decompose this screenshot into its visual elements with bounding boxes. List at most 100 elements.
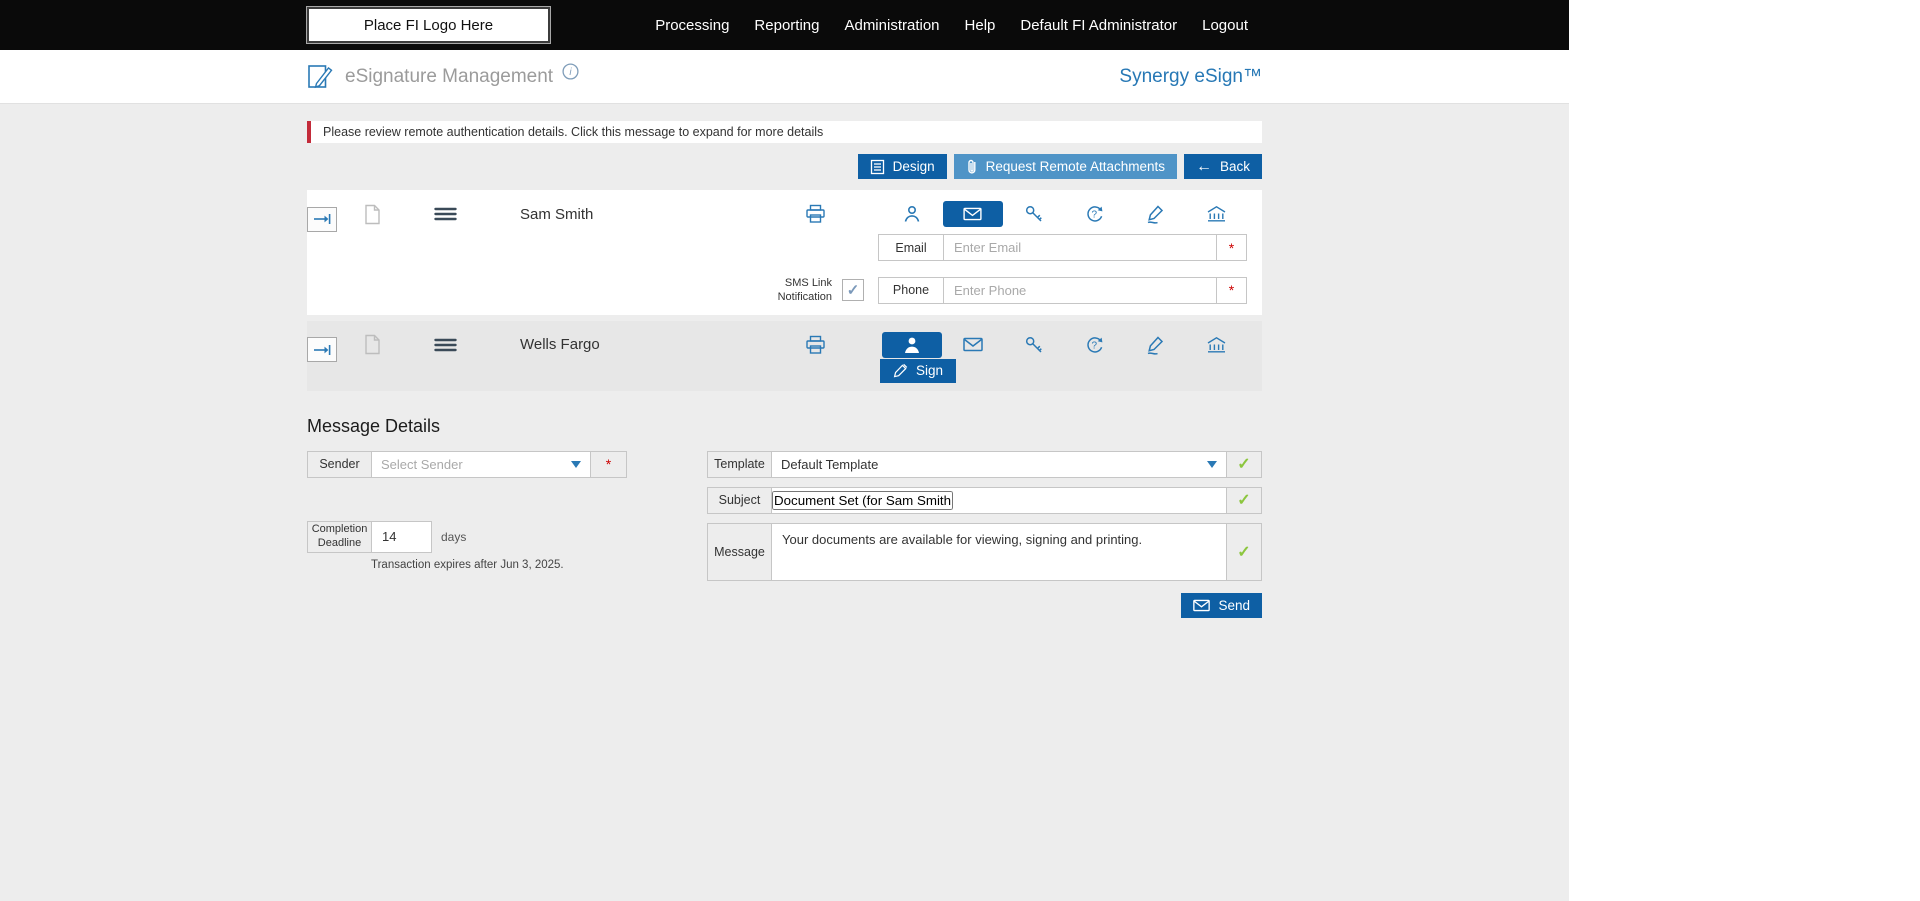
subject-label: Subject	[708, 487, 772, 513]
esignature-document-icon	[307, 63, 333, 91]
message-row: Message Your documents are available for…	[707, 522, 1262, 581]
in-person-signing-button-selected[interactable]	[881, 331, 942, 359]
notification-text: Please review remote authentication deta…	[323, 125, 824, 139]
email-label: Email	[879, 235, 944, 260]
template-valid-indicator: ✓	[1226, 451, 1261, 477]
nav-reporting[interactable]: Reporting	[754, 17, 819, 34]
app-window: Place FI Logo Here Processing Reporting …	[0, 0, 1569, 901]
drag-handle-icon[interactable]	[434, 338, 457, 352]
brand-name: Synergy eSign™	[1119, 65, 1262, 87]
nav-administration[interactable]: Administration	[844, 17, 939, 34]
nav-current-user[interactable]: Default FI Administrator	[1020, 17, 1177, 34]
phone-label: Phone	[879, 277, 944, 303]
drag-handle-icon[interactable]	[434, 207, 457, 221]
svg-text:?: ?	[1092, 210, 1098, 221]
authentication-key-button[interactable]	[1003, 200, 1064, 228]
in-branch-signing-button[interactable]	[1186, 200, 1247, 228]
svg-text:i: i	[569, 67, 572, 78]
send-button[interactable]: Send	[1181, 592, 1262, 618]
fi-logo-placeholder: Place FI Logo Here	[306, 6, 551, 44]
checkbox-check-icon: ✓	[846, 282, 860, 300]
security-questions-button[interactable]: ?	[1064, 331, 1125, 359]
sender-select[interactable]: Select Sender	[372, 451, 590, 477]
back-button[interactable]: ← Back	[1183, 154, 1262, 179]
recipient-card-wells-fargo: Wells Fargo ? Sign	[307, 320, 1262, 391]
signing-order-button[interactable]	[307, 206, 337, 232]
branch-building-icon	[1207, 205, 1226, 222]
nav-processing[interactable]: Processing	[655, 17, 729, 34]
in-person-signing-button[interactable]	[881, 200, 942, 228]
send-button-label: Send	[1218, 597, 1250, 613]
document-icon	[364, 334, 381, 355]
message-details-heading: Message Details	[307, 415, 441, 436]
signing-method-selector: ?	[881, 200, 1247, 228]
authentication-key-button[interactable]	[1003, 331, 1064, 359]
template-row: Template Default Template ✓	[707, 450, 1262, 478]
message-textarea[interactable]: Your documents are available for viewing…	[772, 523, 1226, 580]
request-remote-attachments-button[interactable]: Request Remote Attachments	[953, 154, 1177, 179]
sign-pen-icon	[893, 363, 909, 378]
page-header: eSignature Management i Synergy eSign™	[0, 50, 1569, 104]
remote-signing-button[interactable]	[942, 331, 1003, 359]
signature-pen-icon	[1147, 336, 1163, 355]
required-mark: *	[1228, 239, 1235, 256]
sms-notification-checkbox[interactable]: ✓	[842, 279, 864, 302]
question-refresh-icon: ?	[1087, 336, 1103, 353]
fi-logo-text: Place FI Logo Here	[363, 16, 494, 34]
required-mark: *	[1228, 282, 1235, 299]
message-details-section: Sender Select Sender * Completion Deadli…	[307, 450, 1262, 618]
sign-button[interactable]: Sign	[880, 358, 957, 383]
signing-order-button[interactable]	[307, 337, 337, 363]
design-button-label: Design	[892, 159, 935, 174]
signature-pad-button[interactable]	[1125, 331, 1186, 359]
print-icon[interactable]	[805, 204, 826, 224]
signature-pad-button[interactable]	[1125, 200, 1186, 228]
security-questions-button[interactable]: ?	[1064, 200, 1125, 228]
nav-help[interactable]: Help	[965, 17, 996, 34]
main-nav: Processing Reporting Administration Help…	[655, 17, 1248, 34]
recipient-name: Wells Fargo	[520, 336, 600, 354]
info-icon[interactable]: i	[562, 63, 579, 80]
template-select[interactable]: Default Template	[772, 451, 1226, 477]
top-navigation-bar: Place FI Logo Here Processing Reporting …	[0, 0, 1569, 50]
print-icon[interactable]	[805, 335, 826, 355]
tab-arrow-icon	[314, 344, 331, 355]
recipient-name: Sam Smith	[520, 205, 594, 223]
branch-building-icon	[1207, 336, 1226, 353]
sms-link-notification-label: SMS Link Notification	[777, 277, 832, 304]
check-icon: ✓	[1237, 543, 1251, 561]
template-label: Template	[708, 451, 772, 477]
email-required-cell: *	[1216, 235, 1246, 260]
design-button[interactable]: Design	[857, 154, 947, 179]
completion-deadline-label: Completion Deadline	[308, 521, 372, 552]
key-icon	[1025, 336, 1042, 353]
sender-label: Sender	[308, 451, 372, 477]
remote-signing-button-selected[interactable]	[942, 200, 1003, 228]
in-branch-signing-button[interactable]	[1186, 331, 1247, 359]
question-refresh-icon: ?	[1087, 206, 1103, 222]
required-mark: *	[605, 456, 612, 473]
completion-deadline-row: Completion Deadline days	[307, 520, 707, 553]
email-input[interactable]	[944, 235, 1216, 260]
phone-input[interactable]	[944, 277, 1216, 303]
check-icon: ✓	[1237, 492, 1251, 510]
paperclip-icon	[966, 158, 978, 175]
key-icon	[1025, 205, 1042, 222]
message-valid-indicator: ✓	[1226, 523, 1261, 580]
notification-banner[interactable]: Please review remote authentication deta…	[307, 121, 1262, 143]
subject-valid-indicator: ✓	[1226, 487, 1261, 513]
subject-row: Subject ✓	[707, 486, 1262, 514]
deadline-unit-label: days	[441, 529, 467, 544]
svg-text:?: ?	[1092, 340, 1098, 351]
action-toolbar: Design Request Remote Attachments ← Back	[307, 154, 1262, 179]
person-icon	[904, 337, 919, 353]
nav-logout[interactable]: Logout	[1202, 17, 1248, 34]
phone-required-cell: *	[1216, 277, 1246, 303]
sender-selected-value: Select Sender	[381, 456, 463, 472]
completion-deadline-input[interactable]	[372, 521, 431, 552]
request-button-label: Request Remote Attachments	[985, 159, 1165, 174]
subject-input[interactable]	[772, 490, 953, 510]
email-field-row: Email *	[307, 234, 1247, 261]
send-envelope-icon	[1193, 599, 1211, 612]
chevron-down-icon	[1207, 460, 1217, 468]
